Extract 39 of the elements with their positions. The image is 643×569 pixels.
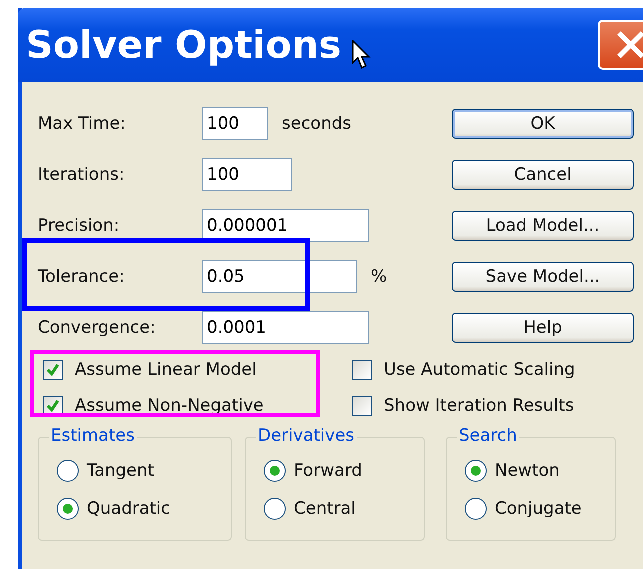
radio-label: Central (294, 499, 356, 519)
radio-label: Tangent (87, 461, 154, 481)
checkbox-label: Use Automatic Scaling (384, 360, 576, 380)
dialog-button[interactable]: OK (452, 109, 634, 139)
input-field[interactable]: 100 (202, 158, 292, 191)
radio-label: Quadratic (87, 499, 171, 519)
radio-button[interactable] (264, 498, 286, 520)
input-field[interactable]: 0.000001 (202, 209, 369, 242)
radio-button[interactable] (465, 498, 487, 520)
radio-button[interactable] (465, 460, 487, 482)
unit-label: % (371, 266, 388, 286)
radio-button[interactable] (57, 460, 79, 482)
dialog-button[interactable]: Help (452, 313, 634, 343)
checkbox-label: Show Iteration Results (384, 396, 574, 416)
input-field[interactable]: 0.05 (202, 260, 357, 293)
dialog-button[interactable]: Save Model... (452, 262, 634, 292)
checkbox[interactable] (43, 360, 63, 380)
radio-button[interactable] (57, 498, 79, 520)
field-label: Tolerance: (38, 266, 126, 286)
radio-label: Conjugate (495, 499, 582, 519)
checkbox-label: Assume Non-Negative (75, 396, 264, 416)
radio-label: Newton (495, 461, 560, 481)
field-label: Convergence: (38, 318, 157, 338)
checkbox-label: Assume Linear Model (75, 360, 257, 380)
cursor-icon (352, 40, 372, 70)
dialog-button[interactable]: Cancel (452, 160, 634, 190)
checkbox[interactable] (352, 396, 372, 416)
input-field[interactable]: 0.0001 (202, 311, 369, 344)
radio-button[interactable] (264, 460, 286, 482)
input-field[interactable]: 100 (202, 107, 268, 140)
field-label: Precision: (38, 216, 121, 236)
field-label: Iterations: (38, 164, 126, 184)
close-icon (616, 30, 643, 60)
unit-label: seconds (282, 114, 352, 134)
radio-label: Forward (294, 461, 362, 481)
checkbox[interactable] (352, 360, 372, 380)
window-title: Solver Options (26, 23, 342, 67)
dialog-button[interactable]: Load Model... (452, 211, 634, 241)
field-label: Max Time: (38, 114, 127, 134)
